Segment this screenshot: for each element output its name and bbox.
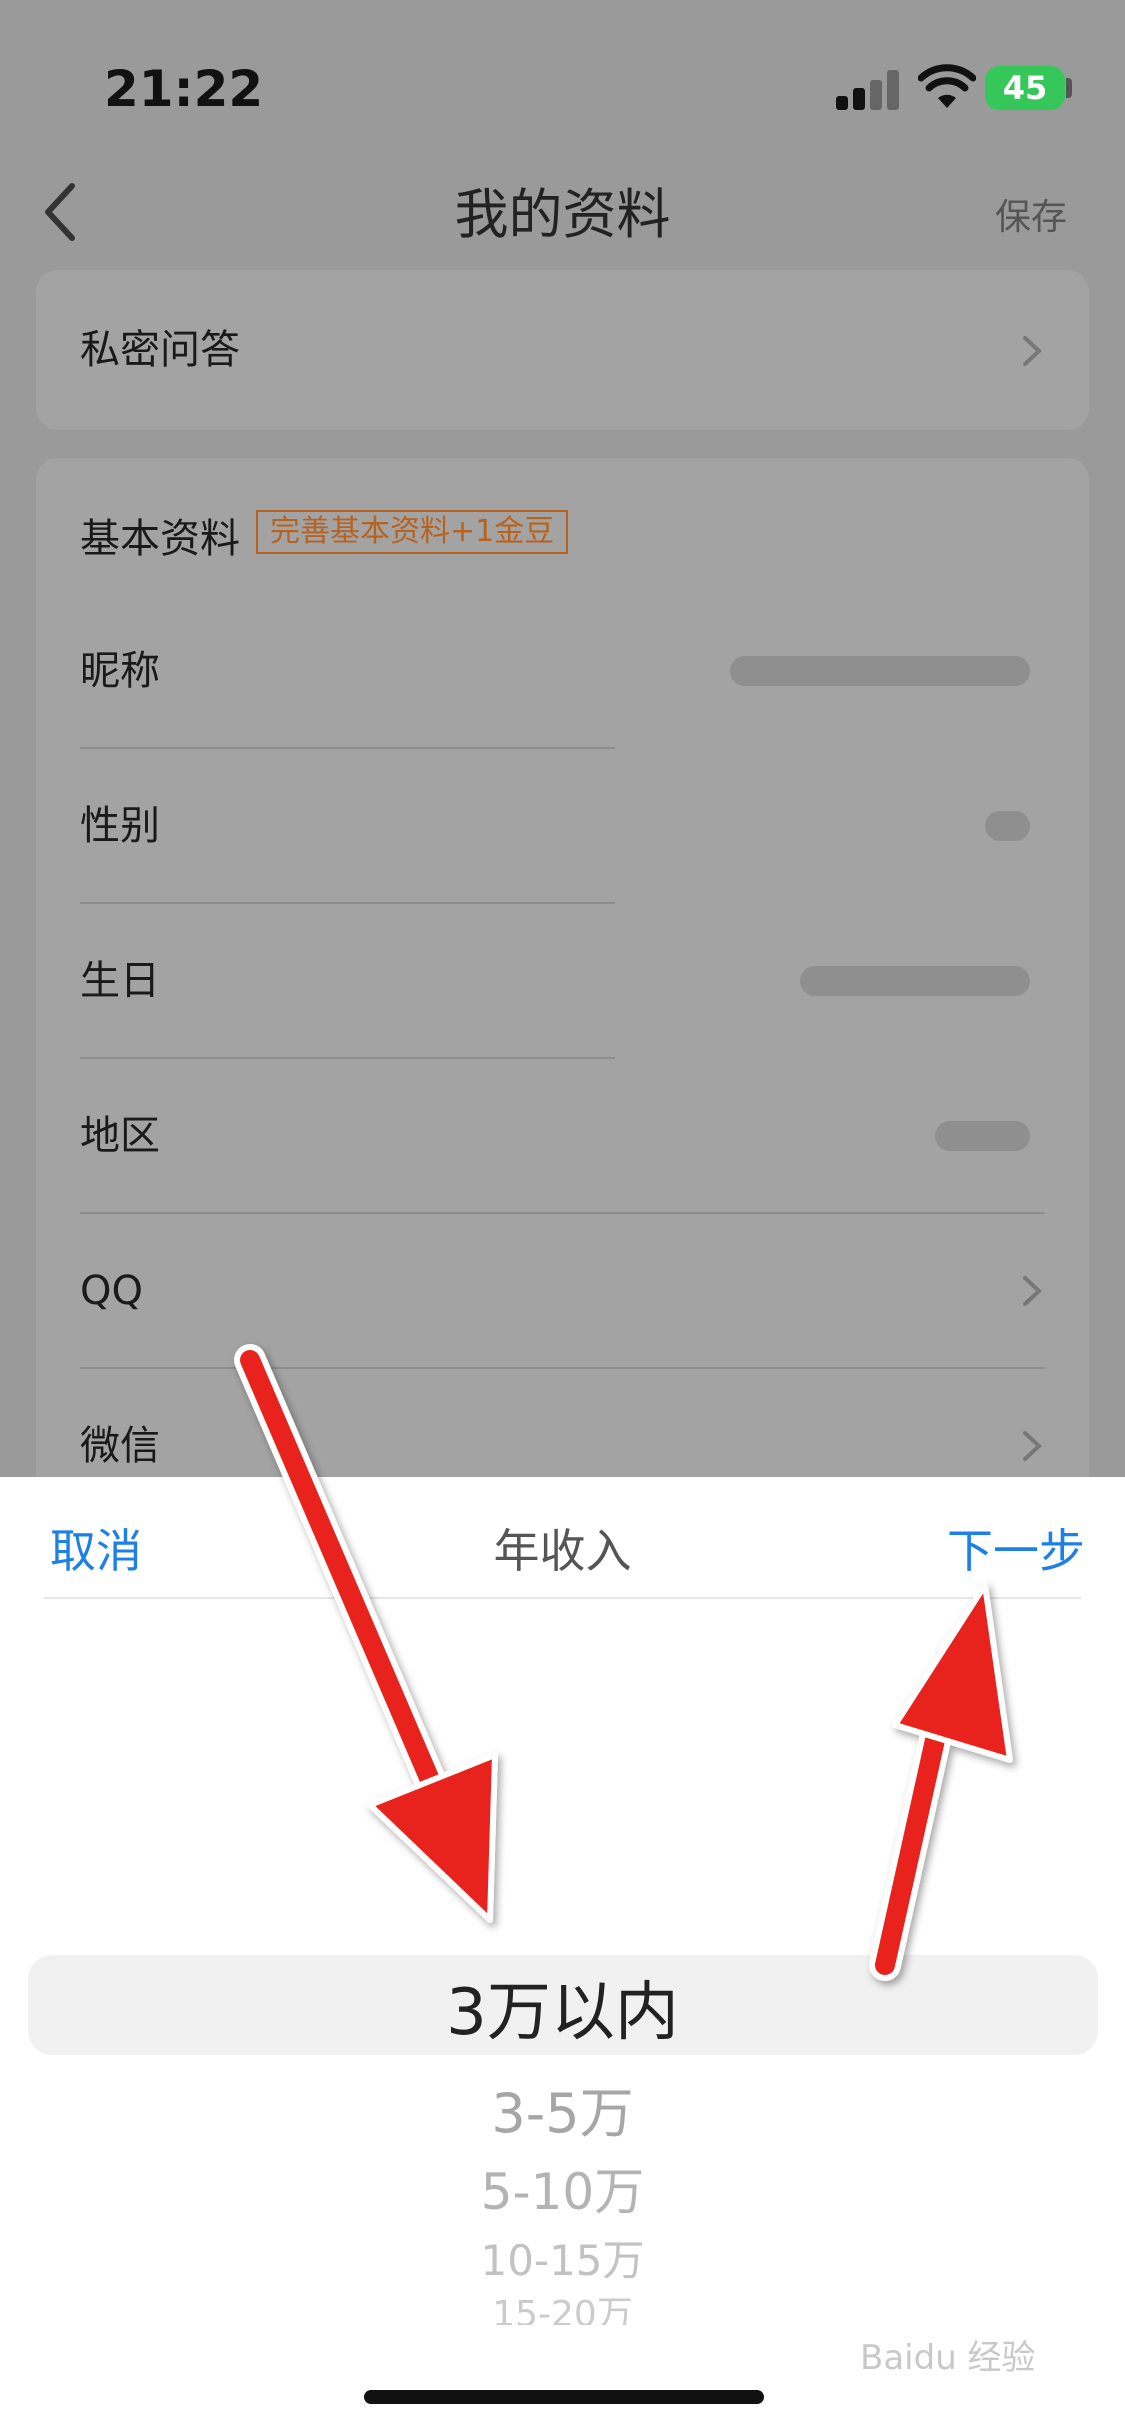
chevron-right-icon <box>1023 336 1042 366</box>
picker-option[interactable]: 3-5万 <box>0 2069 1125 2148</box>
income-picker-sheet: 取消 年收入 下一步 3万以内 3-5万 5-10万 10-15万 15-20万 <box>0 1477 1125 2436</box>
privacy-card: 私密问答 <box>36 270 1089 430</box>
basic-info-card: 基本资料 完善基本资料+1金豆 昵称 性别 生日 地区 QQ 微信 <box>36 458 1089 1558</box>
save-button[interactable]: 保存 <box>995 188 1067 240</box>
gender-value <box>985 811 1030 841</box>
basic-info-heading: 基本资料 <box>80 516 240 562</box>
baidu-watermark: Baidu 经验 <box>860 2338 1036 2378</box>
birthday-value <box>800 966 1030 996</box>
private-qa-label: 私密问答 <box>80 327 240 373</box>
battery-tip <box>1066 78 1072 98</box>
region-label: 地区 <box>80 1113 160 1159</box>
signal-icon <box>836 70 902 110</box>
private-qa-row[interactable]: 私密问答 <box>80 270 1065 430</box>
gender-label: 性别 <box>80 803 160 849</box>
nickname-value <box>730 656 1030 686</box>
region-row[interactable]: 地区 <box>80 1059 1065 1214</box>
next-step-button[interactable]: 下一步 <box>947 1515 1085 1581</box>
picker-option[interactable]: 15-20万 <box>0 2285 1125 2325</box>
qq-row[interactable]: QQ <box>80 1214 1065 1369</box>
birthday-row[interactable]: 生日 <box>80 904 1065 1059</box>
qq-label: QQ <box>80 1268 143 1314</box>
status-time: 21:22 <box>104 60 264 118</box>
home-indicator <box>364 2390 764 2404</box>
region-value <box>935 1121 1030 1151</box>
gender-row[interactable]: 性别 <box>80 749 1065 904</box>
battery-icon: 45 <box>985 66 1065 110</box>
picker-option-selected[interactable]: 3万以内 <box>0 1961 1125 2053</box>
nickname-row[interactable]: 昵称 <box>80 594 1065 749</box>
page-title: 我的资料 <box>454 183 671 246</box>
birthday-label: 生日 <box>80 958 160 1004</box>
picker-option[interactable]: 10-15万 <box>0 2227 1125 2288</box>
sheet-divider <box>44 1597 1081 1599</box>
nickname-label: 昵称 <box>80 648 160 694</box>
wifi-icon <box>918 64 976 108</box>
nav-bar: 我的资料 保存 <box>0 150 1125 280</box>
reward-badge: 完善基本资料+1金豆 <box>256 510 569 554</box>
chevron-right-icon <box>1023 1431 1042 1461</box>
chevron-right-icon <box>1023 1276 1042 1306</box>
picker-option[interactable]: 5-10万 <box>0 2152 1125 2224</box>
